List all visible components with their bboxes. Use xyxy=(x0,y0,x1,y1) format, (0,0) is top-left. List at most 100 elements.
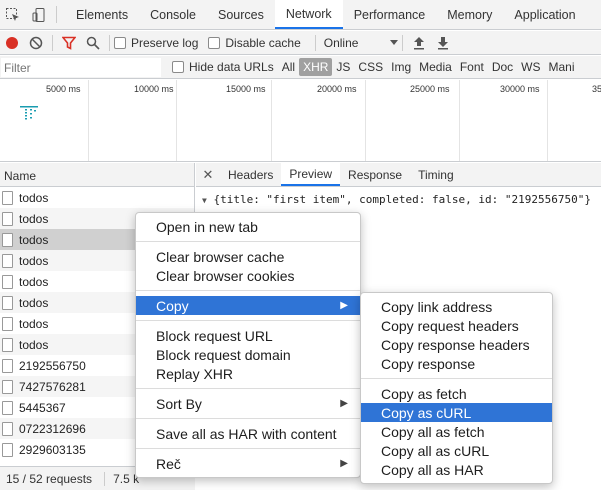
tab-application[interactable]: Application xyxy=(503,0,586,29)
submenu-arrow-icon: ▶ xyxy=(340,300,348,311)
filter-input[interactable]: Filter xyxy=(0,56,162,78)
document-icon xyxy=(2,232,13,247)
request-row[interactable]: todos xyxy=(0,187,194,208)
filter-toggle-button[interactable] xyxy=(57,32,81,54)
preserve-log-checkbox[interactable]: Preserve log xyxy=(114,36,198,50)
filter-type-media[interactable]: Media xyxy=(415,58,456,76)
upload-icon xyxy=(413,36,424,49)
document-icon xyxy=(2,211,13,226)
request-name: todos xyxy=(19,190,49,205)
throttling-value: Online xyxy=(323,35,359,50)
document-icon xyxy=(2,316,13,331)
tab-preview[interactable]: Preview xyxy=(281,163,341,186)
menu-item-copy-all-as-fetch[interactable]: Copy all as fetch xyxy=(361,422,552,441)
throttling-select[interactable]: Online xyxy=(320,36,398,50)
menu-item-copy-response-headers[interactable]: Copy response headers xyxy=(361,335,552,354)
menu-item-copy-as-fetch[interactable]: Copy as fetch xyxy=(361,384,552,403)
tab-response[interactable]: Response xyxy=(340,163,410,186)
filter-type-xhr[interactable]: XHR xyxy=(299,58,333,76)
menu-separator xyxy=(136,320,360,321)
request-name: todos xyxy=(19,232,49,247)
clear-button[interactable] xyxy=(24,32,48,54)
record-button[interactable] xyxy=(0,32,24,54)
checkbox-box[interactable] xyxy=(208,36,221,49)
menu-item-replay-xhr[interactable]: Replay XHR xyxy=(136,364,360,383)
timeline-tick: 25000 ms xyxy=(410,84,450,94)
json-object-summary: {title: "first item", completed: false, … xyxy=(213,193,591,206)
grid-line xyxy=(176,80,177,161)
import-har-button[interactable] xyxy=(407,32,431,54)
document-icon xyxy=(2,295,13,310)
filter-type-js[interactable]: JS xyxy=(332,58,354,76)
filter-icon xyxy=(62,36,76,50)
menu-separator xyxy=(136,241,360,242)
disable-cache-checkbox[interactable]: Disable cache xyxy=(208,36,301,50)
submenu-arrow-icon: ▶ xyxy=(340,398,348,409)
tab-memory[interactable]: Memory xyxy=(436,0,503,29)
menu-item-clear-browser-cookies[interactable]: Clear browser cookies xyxy=(136,266,360,285)
checkbox-box[interactable] xyxy=(114,36,126,49)
timeline-tick: 10000 ms xyxy=(134,84,174,94)
menu-item-copy-all-as-har[interactable]: Copy all as HAR xyxy=(361,460,552,479)
transfer-size: 7.5 k xyxy=(104,471,139,486)
menu-separator xyxy=(361,378,552,379)
filter-type-css[interactable]: CSS xyxy=(354,58,387,76)
menu-item-copy[interactable]: Copy ▶ xyxy=(136,296,360,315)
grid-line xyxy=(459,80,460,161)
menu-item-copy-response[interactable]: Copy response xyxy=(361,354,552,373)
request-waterfall-marks xyxy=(20,106,38,120)
tabbar-divider xyxy=(56,6,57,23)
menu-item-clear-browser-cache[interactable]: Clear browser cache xyxy=(136,247,360,266)
context-menu: Open in new tab Clear browser cache Clea… xyxy=(135,212,361,478)
menu-item-copy-all-as-curl[interactable]: Copy all as cURL xyxy=(361,441,552,460)
toolbar-divider xyxy=(52,34,53,51)
document-icon xyxy=(2,442,13,457)
request-name: 0722312696 xyxy=(19,421,86,436)
menu-item-sort-by[interactable]: Sort By ▶ xyxy=(136,394,360,413)
expand-triangle-icon[interactable]: ▼ xyxy=(202,196,207,205)
document-icon xyxy=(2,190,13,205)
document-icon xyxy=(2,358,13,373)
menu-item-rec[interactable]: Reč ▶ xyxy=(136,454,360,473)
request-name: todos xyxy=(19,211,49,226)
record-icon xyxy=(6,36,18,49)
tab-elements[interactable]: Elements xyxy=(65,0,139,29)
filter-type-img[interactable]: Img xyxy=(387,58,415,76)
menu-item-copy-link-address[interactable]: Copy link address xyxy=(361,297,552,316)
json-preview[interactable]: ▼ {title: "first item", completed: false… xyxy=(196,187,601,212)
tab-network[interactable]: Network xyxy=(274,0,343,29)
filter-type-manifest[interactable]: Mani xyxy=(545,58,579,76)
filter-type-ws[interactable]: WS xyxy=(517,58,544,76)
request-name: todos xyxy=(19,274,49,289)
devtools-tabbar: Elements Console Sources Network Perform… xyxy=(0,0,601,30)
checkbox-box[interactable] xyxy=(172,61,184,73)
menu-item-copy-as-curl[interactable]: Copy as cURL xyxy=(361,403,552,422)
device-toolbar-icon[interactable] xyxy=(26,0,52,29)
menu-item-block-request-domain[interactable]: Block request domain xyxy=(136,345,360,364)
name-column-header[interactable]: Name xyxy=(0,163,194,187)
tab-headers[interactable]: Headers xyxy=(220,163,281,186)
menu-item-open-in-new-tab[interactable]: Open in new tab xyxy=(136,217,360,236)
tab-timing[interactable]: Timing xyxy=(410,163,462,186)
export-har-button[interactable] xyxy=(431,32,455,54)
dropdown-arrow-icon xyxy=(389,39,398,45)
document-icon xyxy=(2,400,13,415)
filter-type-doc[interactable]: Doc xyxy=(488,58,517,76)
tab-console[interactable]: Console xyxy=(139,0,207,29)
tab-performance[interactable]: Performance xyxy=(343,0,437,29)
network-toolbar: Preserve log Disable cache Online xyxy=(0,31,601,55)
timeline-overview[interactable]: 5000 ms 10000 ms 15000 ms 20000 ms 25000… xyxy=(0,80,601,162)
inspect-element-icon[interactable] xyxy=(0,0,26,29)
hide-data-urls-checkbox[interactable]: Hide data URLs xyxy=(172,60,274,74)
close-icon[interactable]: ✕ xyxy=(196,163,220,186)
copy-submenu: Copy link address Copy request headers C… xyxy=(360,292,553,484)
search-button[interactable] xyxy=(81,32,105,54)
filter-type-font[interactable]: Font xyxy=(456,58,488,76)
menu-item-copy-request-headers[interactable]: Copy request headers xyxy=(361,316,552,335)
menu-item-save-all-as-har[interactable]: Save all as HAR with content xyxy=(136,424,360,443)
menu-item-block-request-url[interactable]: Block request URL xyxy=(136,326,360,345)
menu-item-sort-by-label: Sort By xyxy=(156,395,202,412)
filter-type-all[interactable]: All xyxy=(278,58,299,76)
menu-item-copy-label: Copy xyxy=(156,297,189,314)
tab-sources[interactable]: Sources xyxy=(207,0,275,29)
